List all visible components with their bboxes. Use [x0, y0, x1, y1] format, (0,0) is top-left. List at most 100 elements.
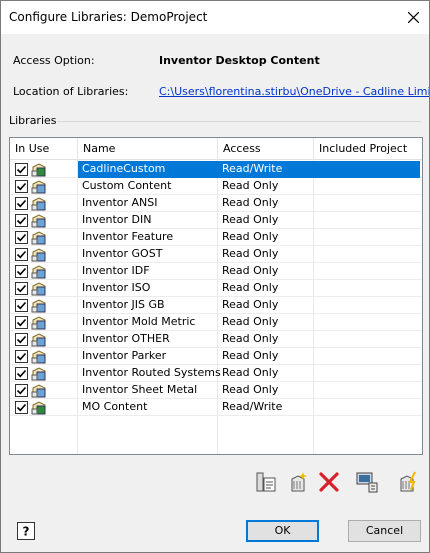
table-row[interactable]: Inventor Parker Read Only [10, 348, 422, 365]
delete-library-icon [319, 472, 339, 492]
table-row[interactable]: Inventor Routed Systems Read Only [10, 365, 422, 382]
table-row[interactable]: Inventor GOST Read Only [10, 246, 422, 263]
library-name: Inventor JIS GB [82, 298, 165, 311]
library-name: Inventor Sheet Metal [82, 383, 198, 396]
libraries-table: In Use Name Access Included Project Cadl… [9, 137, 423, 455]
library-access: Read Only [222, 179, 279, 192]
library-included-project [314, 229, 420, 246]
svg-text:?: ? [23, 525, 30, 539]
library-icon [31, 263, 48, 280]
library-included-project [314, 314, 420, 331]
library-name: Inventor Parker [82, 349, 167, 362]
table-header: In Use Name Access Included Project [10, 138, 422, 160]
library-options-icon [356, 472, 378, 493]
column-header-access[interactable]: Access [218, 138, 314, 160]
create-library-button[interactable] [286, 470, 310, 494]
in-use-checkbox[interactable] [15, 265, 28, 278]
delete-library-button[interactable] [317, 470, 341, 494]
library-included-project [314, 263, 420, 280]
table-row[interactable]: Inventor Feature Read Only [10, 229, 422, 246]
close-icon [408, 12, 419, 23]
in-use-checkbox[interactable] [15, 367, 28, 380]
library-properties-button[interactable] [254, 470, 278, 494]
close-button[interactable] [397, 1, 429, 34]
library-included-project [314, 161, 420, 178]
table-row[interactable]: Inventor Mold Metric Read Only [10, 314, 422, 331]
library-icon [31, 348, 48, 365]
cancel-button[interactable]: Cancel [348, 520, 421, 542]
help-button[interactable]: ? [17, 522, 35, 540]
table-row[interactable]: Inventor IDF Read Only [10, 263, 422, 280]
table-row[interactable]: Inventor DIN Read Only [10, 212, 422, 229]
library-icon [31, 178, 48, 195]
in-use-checkbox[interactable] [15, 299, 28, 312]
library-access: Read/Write [222, 400, 283, 413]
library-included-project [314, 280, 420, 297]
in-use-checkbox[interactable] [15, 333, 28, 346]
library-name: Inventor ANSI [82, 196, 158, 209]
library-rw-icon [31, 399, 48, 416]
in-use-checkbox[interactable] [15, 316, 28, 329]
in-use-checkbox[interactable] [15, 282, 28, 295]
library-included-project [314, 178, 420, 195]
library-access: Read Only [222, 281, 279, 294]
in-use-checkbox[interactable] [15, 197, 28, 210]
library-access: Read Only [222, 247, 279, 260]
in-use-checkbox[interactable] [15, 384, 28, 397]
library-included-project [314, 246, 420, 263]
update-library-button[interactable] [396, 470, 420, 494]
library-access: Read Only [222, 366, 279, 379]
library-options-button[interactable] [355, 470, 379, 494]
library-rw-icon [31, 161, 48, 178]
table-row[interactable]: Inventor OTHER Read Only [10, 331, 422, 348]
window-title: Configure Libraries: DemoProject [9, 10, 208, 24]
table-row[interactable]: Inventor Sheet Metal Read Only [10, 382, 422, 399]
library-access: Read Only [222, 230, 279, 243]
in-use-checkbox[interactable] [15, 350, 28, 363]
column-header-in-use[interactable]: In Use [10, 138, 78, 160]
library-name: Custom Content [82, 179, 172, 192]
library-included-project [314, 348, 420, 365]
in-use-checkbox[interactable] [15, 248, 28, 261]
table-row[interactable]: Inventor ANSI Read Only [10, 195, 422, 212]
library-included-project [314, 297, 420, 314]
library-included-project [314, 365, 420, 382]
library-included-project [314, 382, 420, 399]
in-use-checkbox[interactable] [15, 401, 28, 414]
in-use-checkbox[interactable] [15, 214, 28, 227]
library-icon [31, 229, 48, 246]
library-included-project [314, 212, 420, 229]
library-included-project [314, 195, 420, 212]
table-row[interactable]: Inventor ISO Read Only [10, 280, 422, 297]
location-link[interactable]: C:\Users\florentina.stirbu\OneDrive - Ca… [159, 85, 429, 98]
group-divider [57, 121, 421, 122]
title-bar: Configure Libraries: DemoProject [1, 1, 429, 34]
create-library-icon [291, 472, 307, 492]
in-use-checkbox[interactable] [15, 163, 28, 176]
library-name: Inventor Mold Metric [82, 315, 196, 328]
library-name: Inventor Feature [82, 230, 174, 243]
library-icon [31, 280, 48, 297]
update-library-icon [400, 471, 416, 492]
table-row[interactable]: Custom Content Read Only [10, 178, 422, 195]
library-name: Inventor Routed Systems [82, 366, 221, 379]
library-icon [31, 195, 48, 212]
library-icon [31, 314, 48, 331]
ok-button[interactable]: OK [246, 520, 319, 542]
table-row[interactable]: CadlineCustom Read/Write [10, 161, 422, 178]
library-name: Inventor DIN [82, 213, 152, 226]
in-use-checkbox[interactable] [15, 231, 28, 244]
access-option-value: Inventor Desktop Content [159, 54, 320, 67]
library-properties-icon [256, 472, 276, 492]
library-icon [31, 382, 48, 399]
library-access: Read Only [222, 264, 279, 277]
table-row[interactable]: Inventor JIS GB Read Only [10, 297, 422, 314]
library-access: Read Only [222, 213, 279, 226]
in-use-checkbox[interactable] [15, 180, 28, 193]
library-access: Read/Write [218, 161, 314, 178]
library-included-project [314, 399, 420, 416]
table-row[interactable]: MO Content Read/Write [10, 399, 422, 416]
column-header-name[interactable]: Name [78, 138, 218, 160]
library-icon [31, 297, 48, 314]
column-header-included-project[interactable]: Included Project [314, 138, 422, 160]
